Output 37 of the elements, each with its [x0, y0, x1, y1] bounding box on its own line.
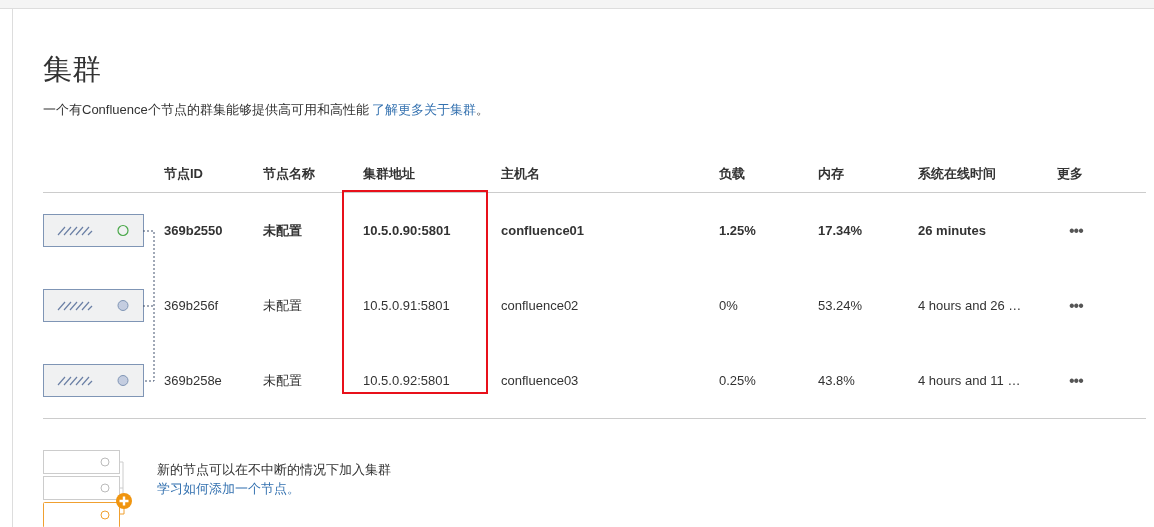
column-header: 节点ID: [164, 164, 203, 183]
table-cell-text: 53.24%: [818, 298, 864, 313]
page-title: 集群: [43, 52, 102, 87]
more-button[interactable]: •••: [1067, 371, 1085, 390]
table-cell-text: 1.25%: [719, 223, 757, 238]
table-cell-text: 369b258e: [164, 373, 223, 388]
description: 一个有Confluence个节点的群集能够提供高可用和高性能 了解更多关于集群。: [43, 101, 491, 119]
footer-text: 新的节点可以在不中断的情况下加入集群: [157, 461, 391, 479]
table-cell-text: 未配置: [263, 296, 303, 315]
column-header: 集群地址: [363, 164, 415, 183]
table-cell-text: 369b2550: [164, 223, 224, 238]
table-cell-text: 4 hours and 11 …: [918, 373, 1022, 388]
more-button[interactable]: •••: [1067, 296, 1085, 315]
table-cell-text: 43.8%: [818, 373, 856, 388]
table-cell-text: 10.5.0.92:5801: [363, 373, 451, 388]
table-cell-text: confluence02: [501, 298, 580, 313]
table-cell-text: 369b256f: [164, 298, 220, 313]
table-cell-text: 10.5.0.90:5801: [363, 223, 452, 238]
table-cell-text: 26 minutes: [918, 223, 987, 238]
learn-more-link[interactable]: 了解更多关于集群: [372, 102, 477, 117]
table-cell-text: 0.25%: [719, 373, 757, 388]
more-button[interactable]: •••: [1067, 221, 1085, 240]
column-header: 更多: [1057, 164, 1083, 183]
table-cell-text: 10.5.0.91:5801: [363, 298, 451, 313]
column-header: 系统在线时间: [918, 164, 996, 183]
add-node-link[interactable]: 学习如何添加一个节点。: [157, 479, 391, 498]
table-cell-text: 17.34%: [818, 223, 864, 238]
column-header: 内存: [818, 164, 844, 183]
column-header: 负载: [719, 164, 745, 183]
table-cell-text: 未配置: [263, 371, 303, 390]
table-cell-text: 0%: [719, 298, 739, 313]
table-cell-text: confluence03: [501, 373, 580, 388]
column-header: 节点名称: [263, 164, 315, 183]
table-cell-text: 未配置: [263, 221, 303, 240]
table-cell-text: 4 hours and 26 …: [918, 298, 1023, 313]
table-cell-text: confluence01: [501, 223, 586, 238]
column-header: 主机名: [501, 164, 540, 183]
